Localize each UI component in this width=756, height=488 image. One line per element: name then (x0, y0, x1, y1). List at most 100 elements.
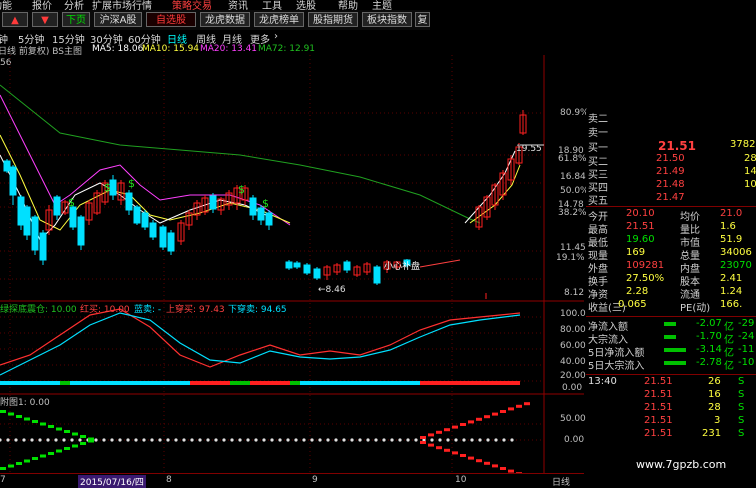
sub2-dot (214, 438, 218, 442)
price-1145-label: 11.45 (560, 243, 586, 253)
menu-item-tools[interactable]: 工具 (262, 0, 282, 10)
tick-list[interactable]: 13:40 21.51 26 S 21.51 16 S 21.51 28 S 21.51 3 S 21.5… (586, 375, 756, 441)
restore-button[interactable]: 复 (415, 12, 430, 27)
candle-body (141, 212, 149, 228)
tick-row[interactable]: 21.51 231 S (588, 428, 756, 441)
tick-flag: S (738, 428, 745, 439)
sub2-dot (142, 438, 146, 442)
dragon-tiger-data-button[interactable]: 龙虎数据 (200, 12, 250, 27)
sub2-dot (358, 438, 362, 442)
fib-382-label: 38.2% (558, 208, 587, 218)
menu-item-analysis[interactable]: 分析 (64, 0, 84, 10)
up-arrow-icon: ▲ (11, 15, 19, 26)
price-812-label: 8.12 (564, 288, 585, 298)
menu-item-theme[interactable]: 主题 (372, 0, 392, 10)
sub2-dot (390, 438, 394, 442)
down-arrow-icon: ▼ (41, 15, 49, 26)
kline-chart-area[interactable]: $$ $ $$19.55←8.46小心补盘 (0, 55, 584, 473)
sub2-dot (38, 438, 42, 442)
watchlist-button[interactable]: 自选股 (146, 12, 196, 27)
fund-flow-bar (664, 322, 676, 326)
date-axis: 7 2015/07/16/四 8 9 10 日线 (0, 473, 584, 488)
fund-flow-extra: -24 (738, 331, 755, 342)
sub2-dot (118, 438, 122, 442)
ma5-value: MA5: 18.06 (92, 44, 144, 54)
osc-axis-0: 0.00 (562, 383, 583, 393)
candle-body (167, 232, 175, 252)
stat-value: 0.065 (618, 299, 647, 310)
fund-flow-row: 大宗流入 -1.70 亿 -24 (588, 331, 756, 346)
tick-flag: S (738, 415, 745, 426)
next-page-button[interactable]: 下页 (62, 12, 90, 27)
fib-618-label: 61.8% (558, 154, 587, 164)
sub2-red-bar (444, 428, 450, 432)
tick-row[interactable]: 21.51 3 S (588, 415, 756, 428)
page-down-arrow-button[interactable]: ▼ (32, 12, 58, 27)
menu-item-function[interactable]: 功能 (0, 0, 12, 10)
osc-signal-strip (60, 381, 70, 385)
stat-row: 外盘 109281 内盘 23070 (588, 260, 756, 275)
stat-row: 最低 19.60 市值 51.9 (588, 234, 756, 249)
buy5-row[interactable]: 买五 21.47 (588, 192, 756, 207)
tick-volume: 28 (708, 402, 721, 413)
menu-item-news[interactable]: 资讯 (228, 0, 248, 10)
sub2-dot (14, 438, 18, 442)
menu-item-help[interactable]: 帮助 (338, 0, 358, 10)
page-up-button[interactable]: ▲ (2, 12, 28, 27)
sub2-dot (158, 438, 162, 442)
sub2-dot (486, 438, 490, 442)
buy4-row[interactable]: 买四 21.48 10 (588, 179, 756, 194)
candle-body (77, 216, 85, 246)
sub2-green-bar (64, 447, 70, 450)
sub2-red-bar (428, 433, 434, 437)
more-chevron-icon[interactable]: › (274, 31, 278, 42)
sub2-dot (350, 438, 354, 442)
sub2-green-bar (56, 449, 62, 453)
sub2-green-bar (80, 442, 86, 445)
sh-sz-a-share-button[interactable]: 沪深A股 (94, 12, 142, 27)
sub2-title[interactable]: 附图1 (0, 398, 24, 408)
sub2-red-bar (476, 417, 482, 421)
tick-volume: 16 (708, 389, 721, 400)
fund-flow-bar (664, 361, 686, 365)
sub2-dot (510, 438, 514, 442)
candle-body (265, 212, 273, 226)
sub2-red-bar (476, 459, 482, 463)
tick-volume: 26 (708, 376, 721, 387)
tick-row[interactable]: 21.51 16 S (588, 389, 756, 402)
osc-signal-strip (0, 381, 60, 385)
buy1-row[interactable]: 买一 21.51 3782 (588, 139, 756, 154)
dragon-tiger-list-button[interactable]: 龙虎榜单 (254, 12, 304, 27)
sub2-dot (302, 438, 306, 442)
sub2-dot (494, 438, 498, 442)
fund-flow-value: -2.78 (696, 357, 722, 368)
buy-signal-mark: $ (128, 177, 135, 190)
buy3-volume: 14 (744, 166, 756, 177)
sub2-green-bar (64, 430, 70, 433)
menu-item-extended-market[interactable]: 扩展市场行情 (92, 0, 152, 10)
sell1-row: 卖一 (588, 128, 608, 139)
buy3-row[interactable]: 买三 21.49 14 (588, 166, 756, 181)
sub2-red-bar (452, 451, 458, 455)
stat-value: 23070 (720, 260, 752, 271)
candle-body (313, 268, 321, 279)
sector-index-button[interactable]: 板块指数 (362, 12, 412, 27)
sub2-dot (262, 438, 266, 442)
menu-item-stock-select[interactable]: 选股 (296, 0, 316, 10)
sub2-dot (22, 438, 26, 442)
osc-signal-strip (290, 381, 300, 385)
menu-item-quote[interactable]: 报价 (32, 0, 52, 10)
buy2-row[interactable]: 买二 21.50 28 (588, 153, 756, 168)
low-price-label: ←8.46 (318, 285, 346, 295)
sub2-green-bar (48, 452, 54, 455)
index-futures-button[interactable]: 股指期货 (308, 12, 358, 27)
sub2-dot (30, 438, 34, 442)
sub2-dot (326, 438, 330, 442)
tick-row[interactable]: 21.51 28 S (588, 402, 756, 415)
tick-row[interactable]: 13:40 21.51 26 S (588, 376, 756, 389)
tick-price: 21.51 (644, 428, 673, 439)
menu-item-strategy-trade[interactable]: 策略交易 (172, 0, 212, 10)
osc-axis-80: 80.00 (560, 325, 586, 335)
stat-row: 最高 21.51 量比 1.6 (588, 221, 756, 236)
sub2-red-bar (516, 404, 522, 408)
